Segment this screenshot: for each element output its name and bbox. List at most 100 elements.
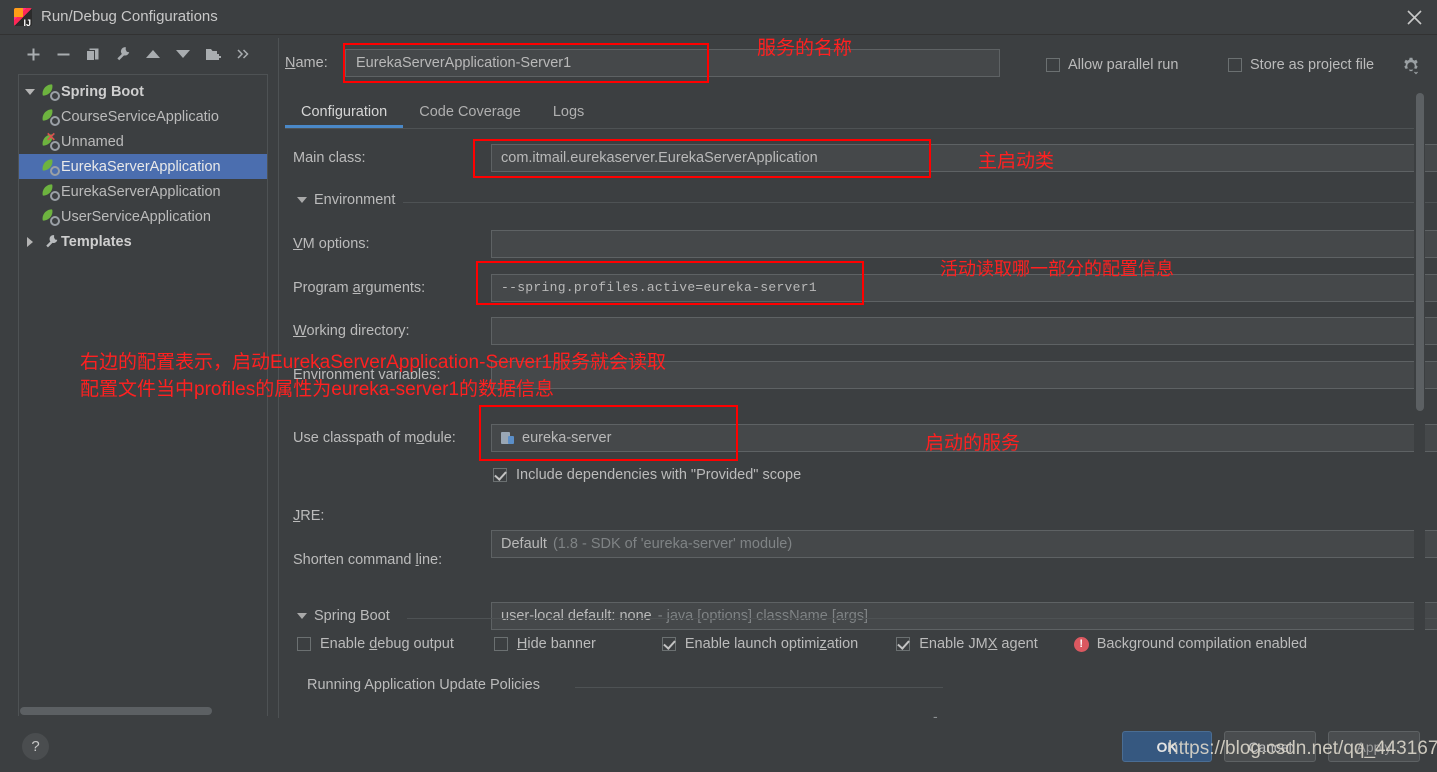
arrow-up-icon[interactable]: [138, 41, 168, 67]
dialog-titlebar: Run/Debug Configurations: [0, 0, 1437, 35]
environment-variables-input[interactable]: [491, 361, 1437, 389]
main-class-input[interactable]: com.itmail.eurekaserver.EurekaServerAppl…: [491, 144, 1437, 172]
scrollbar-thumb[interactable]: [20, 707, 212, 715]
tree-item-label: Templates: [61, 233, 132, 250]
update-action-hint: -: [933, 708, 938, 718]
background-compilation-label: Background compilation enabled: [1096, 636, 1308, 652]
tree-item-label: UserServiceApplication: [61, 208, 211, 225]
tree-item-unnamed[interactable]: ✕ Unnamed: [19, 129, 267, 154]
use-classpath-of-module-value: eureka-server: [522, 430, 612, 446]
tree-item-eureka-server-application-selected[interactable]: EurekaServerApplication: [19, 154, 267, 179]
shorten-command-line-combo[interactable]: user-local default: none - java [options…: [491, 602, 1437, 630]
environment-section-header[interactable]: Environment: [297, 192, 395, 208]
spring-boot-options-row: Enable debug output Hide banner Enable l…: [297, 636, 1307, 652]
jre-combo-input[interactable]: Default (1.8 - SDK of 'eureka-server' mo…: [491, 530, 1437, 558]
chevron-down-icon[interactable]: [19, 87, 41, 97]
include-provided-scope-checkbox[interactable]: Include dependencies with "Provided" sco…: [493, 467, 801, 483]
tab-code-coverage[interactable]: Code Coverage: [403, 104, 537, 128]
configurations-tree[interactable]: Spring Boot CourseServiceApplicatio ✕ Un…: [18, 74, 268, 716]
use-classpath-of-module-combo[interactable]: eureka-server: [491, 424, 1437, 452]
working-directory-input[interactable]: [491, 317, 1437, 345]
checkbox-box[interactable]: [297, 637, 311, 651]
include-provided-scope-label: Include dependencies with "Provided" sco…: [516, 467, 802, 483]
help-button[interactable]: ?: [22, 733, 49, 760]
chevron-down-icon[interactable]: [297, 613, 307, 619]
vm-options-label: VM options:: [293, 236, 370, 252]
jre-value: Default: [501, 536, 547, 552]
checkbox-box[interactable]: [1046, 58, 1060, 72]
enable-jmx-agent-checkbox[interactable]: Enable JMX agent: [896, 636, 1038, 652]
checkbox-box[interactable]: [661, 637, 676, 651]
program-arguments-label: Program arguments:: [293, 280, 426, 296]
chevron-right-icon[interactable]: [19, 236, 41, 248]
remove-configuration-button[interactable]: [48, 41, 78, 67]
tree-item-label: EurekaServerApplication: [61, 158, 221, 175]
tree-item-templates[interactable]: Templates: [19, 229, 267, 254]
spring-boot-icon: [41, 83, 61, 101]
spring-boot-section-header[interactable]: Spring Boot: [297, 608, 390, 624]
checkbox-box[interactable]: [493, 468, 507, 482]
close-icon[interactable]: [1391, 0, 1437, 34]
section-divider: [403, 202, 1437, 203]
ok-button[interactable]: OK: [1122, 731, 1212, 762]
intellij-idea-icon: [14, 8, 32, 26]
cancel-button[interactable]: Cancel: [1224, 731, 1316, 762]
folder-add-icon[interactable]: [198, 41, 228, 67]
hide-banner-checkbox[interactable]: Hide banner: [493, 636, 596, 652]
tab-configuration[interactable]: Configuration: [285, 104, 404, 128]
spring-boot-icon: [41, 183, 61, 201]
chevron-double-right-icon[interactable]: [228, 41, 258, 67]
wrench-icon[interactable]: [108, 41, 138, 67]
jre-label: JRE:: [293, 508, 325, 524]
hide-banner-label: Hide banner: [516, 636, 596, 652]
wrench-icon: [41, 234, 61, 249]
scrollbar-thumb[interactable]: [1416, 93, 1424, 411]
checkbox-box[interactable]: [493, 637, 508, 651]
add-configuration-button[interactable]: [18, 41, 48, 67]
allow-parallel-run-checkbox[interactable]: Allow parallel run: [1046, 57, 1178, 73]
spring-boot-section-label: Spring Boot: [314, 608, 390, 624]
running-app-update-policies-label: Running Application Update Policies: [307, 677, 540, 693]
form-vertical-scrollbar[interactable]: [1414, 90, 1425, 718]
apply-button[interactable]: Apply: [1328, 731, 1420, 762]
copy-configuration-button[interactable]: [78, 41, 108, 67]
background-compilation-status[interactable]: ! Background compilation enabled: [1073, 636, 1308, 652]
tree-item-label: CourseServiceApplicatio: [61, 108, 219, 125]
warning-icon: !: [1073, 636, 1089, 652]
main-class-label: Main class:: [293, 150, 366, 166]
tree-item-user-service-application[interactable]: UserServiceApplication: [19, 204, 267, 229]
name-input[interactable]: [345, 49, 1000, 77]
spring-boot-error-icon: ✕: [41, 131, 61, 151]
checkbox-box[interactable]: [896, 637, 911, 651]
jre-hint: (1.8 - SDK of 'eureka-server' module): [552, 536, 793, 552]
program-arguments-input[interactable]: --spring.profiles.active=eureka-server1: [491, 274, 1437, 302]
configuration-tabs: Configuration Code Coverage Logs: [285, 96, 1420, 128]
configurations-toolbar: [18, 38, 268, 70]
spring-boot-icon: [41, 158, 61, 176]
run-debug-configurations-dialog: Run/Debug Configurations: [0, 0, 1437, 772]
running-app-update-policies-header: Running Application Update Policies: [307, 677, 540, 693]
tree-item-spring-boot[interactable]: Spring Boot: [19, 79, 267, 104]
chevron-down-icon[interactable]: [297, 197, 307, 203]
enable-launch-optimization-label: Enable launch optimization: [684, 636, 859, 652]
store-as-project-file-checkbox[interactable]: Store as project file: [1228, 57, 1374, 73]
gear-icon[interactable]: [1402, 57, 1420, 75]
panel-divider: [278, 38, 279, 718]
arrow-down-icon[interactable]: [168, 41, 198, 67]
tree-item-eureka-server-application-2[interactable]: EurekaServerApplication: [19, 179, 267, 204]
tree-item-course-service-application[interactable]: CourseServiceApplicatio: [19, 104, 267, 129]
environment-section-label: Environment: [314, 192, 396, 208]
dialog-title: Run/Debug Configurations: [41, 8, 218, 25]
tree-horizontal-scrollbar[interactable]: [19, 705, 267, 716]
tab-logs[interactable]: Logs: [537, 104, 600, 128]
section-divider: [575, 687, 943, 688]
enable-launch-optimization-checkbox[interactable]: Enable launch optimization: [661, 636, 859, 652]
enable-debug-output-checkbox[interactable]: Enable debug output: [297, 636, 454, 652]
store-as-project-file-label: Store as project file: [1250, 57, 1375, 73]
vm-options-input[interactable]: [491, 230, 1437, 258]
checkbox-box[interactable]: [1228, 58, 1242, 72]
environment-variables-label: Environment variables:: [293, 367, 441, 383]
tree-item-label: Spring Boot: [61, 83, 144, 100]
tree-item-label: Unnamed: [61, 133, 124, 150]
section-divider: [407, 618, 1437, 619]
